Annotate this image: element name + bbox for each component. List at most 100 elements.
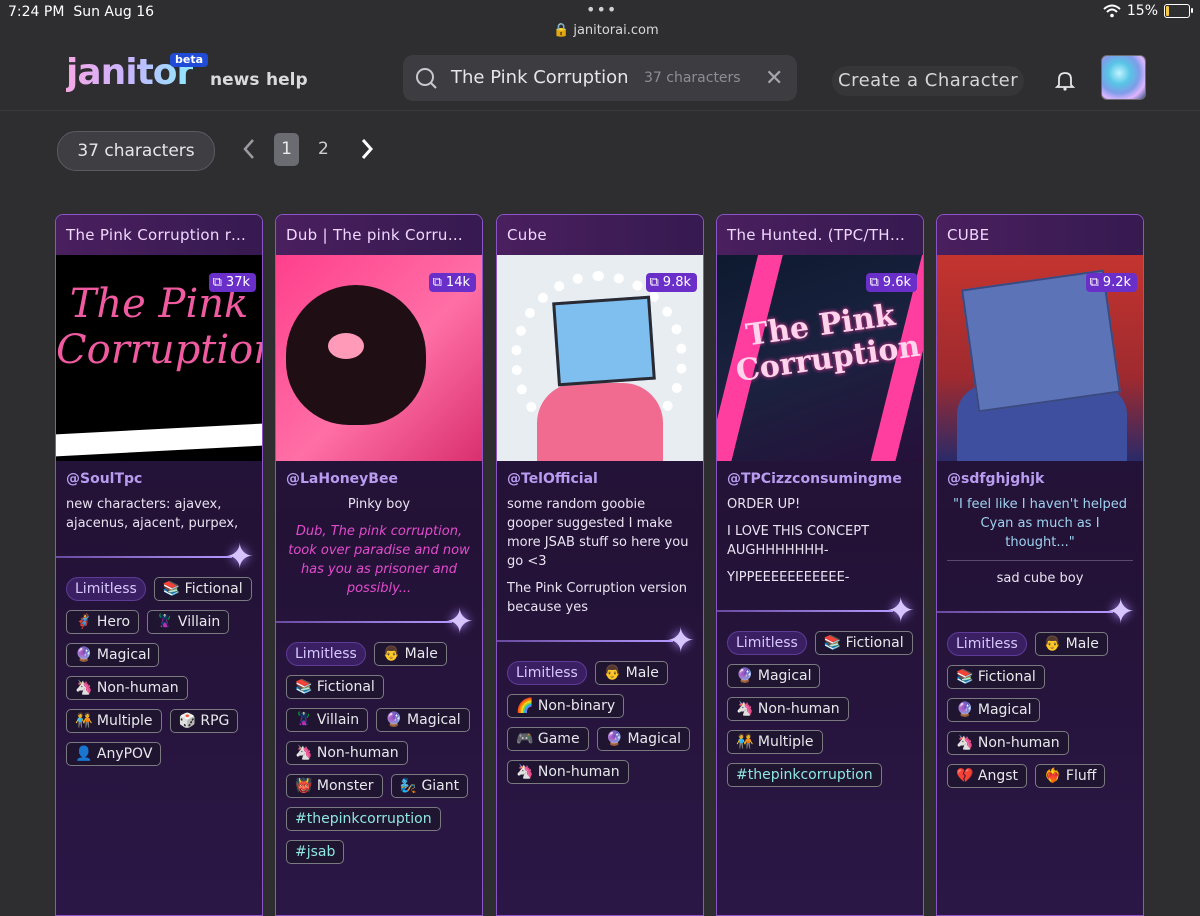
next-page-icon[interactable] [358, 136, 376, 162]
tag-list: Limitless 👨 Male 🌈 Non-binary 🎮 Game 🔮 M… [497, 655, 703, 784]
chat-count-badge: ⧉ 9.6k [865, 273, 917, 292]
thumbnail-art-text: The Pink Corruption [56, 281, 262, 373]
tag[interactable]: 🔮 Magical [947, 698, 1041, 722]
nav-help[interactable]: help [266, 70, 308, 90]
nav-news[interactable]: news [210, 70, 259, 90]
search-icon [416, 68, 437, 89]
chat-count-badge: ⧉ 14k [428, 273, 476, 292]
tag[interactable]: 🦄 Non-human [947, 731, 1069, 755]
tag[interactable]: 🧑‍🤝‍🧑 Multiple [727, 730, 823, 754]
card-description: new characters: ajavex, ajacenus, ajacen… [66, 497, 239, 531]
chat-icon: ⧉ [649, 275, 659, 290]
tag-list: Limitless 👨 Male 📚 Fictional 🔮 Magical 🦄… [937, 626, 1143, 788]
sparkle-icon: ✦ [445, 602, 475, 642]
battery-icon [1164, 4, 1193, 18]
tag[interactable]: 🔮 Magical [66, 643, 160, 667]
tag[interactable]: 👤 AnyPOV [66, 742, 162, 766]
card-author[interactable]: @TelOfficial [497, 461, 703, 487]
tag[interactable]: Limitless [947, 632, 1027, 656]
tag[interactable]: Limitless [507, 661, 587, 685]
chat-count-badge: ⧉ 9.8k [645, 273, 697, 292]
tag[interactable]: 🔮 Magical [596, 727, 691, 751]
browser-menu-dots[interactable]: ••• [586, 0, 617, 19]
card-description: Pinky boy Dub, The pink corruption, took… [288, 497, 470, 596]
tag[interactable]: 🔮 Magical [376, 708, 470, 732]
card-thumbnail[interactable]: ⧉ 9.8k [497, 255, 703, 461]
chat-icon: ⧉ [869, 275, 879, 290]
tag-list: Limitless 📚 Fictional 🦸 Hero 🦹 Villain 🔮… [56, 571, 262, 766]
notification-bell-icon[interactable] [1054, 69, 1076, 91]
tag[interactable]: Limitless [66, 577, 146, 601]
card-thumbnail[interactable]: ⧉ 9.2k [937, 255, 1143, 461]
card-title[interactable]: The Hunted. (TPC/THE ... [717, 215, 923, 255]
character-count-pill: 37 characters [57, 131, 215, 171]
card-author[interactable]: @LaHoneyBee [276, 461, 482, 487]
page-2-button[interactable]: 2 [318, 133, 329, 166]
hashtag[interactable]: #jsab [286, 840, 345, 864]
tag[interactable]: 👨 Male [594, 661, 668, 685]
tag[interactable]: 📚 Fictional [814, 631, 913, 655]
tag[interactable]: 📚 Fictional [153, 577, 252, 601]
page-1-button[interactable]: 1 [274, 133, 299, 166]
tag[interactable]: 📚 Fictional [947, 665, 1045, 689]
card-title[interactable]: Dub | The pink Corrupt... [276, 215, 482, 255]
hashtag[interactable]: #thepinkcorruption [286, 807, 441, 831]
card-title[interactable]: Cube [497, 215, 703, 255]
tag-list: Limitless 👨 Male 📚 Fictional 🦹 Villain 🔮… [276, 636, 482, 864]
tag[interactable]: 🧞 Giant [390, 774, 469, 798]
tag[interactable]: Limitless [727, 631, 807, 655]
tag[interactable]: ❤️‍🔥 Fluff [1035, 764, 1106, 788]
tag[interactable]: 🦄 Non-human [727, 697, 849, 721]
tag[interactable]: 🎮 Game [507, 727, 589, 751]
character-card[interactable]: Cube ⧉ 9.8k @TelOfficial some random goob… [496, 214, 704, 916]
search-bar[interactable]: The Pink Corruption 37 characters ✕ [403, 55, 797, 101]
chat-icon: ⧉ [212, 275, 222, 290]
tag[interactable]: 👨 Male [373, 642, 447, 666]
clear-search-icon[interactable]: ✕ [765, 66, 783, 91]
tag[interactable]: 🌈 Non-binary [507, 694, 625, 718]
create-character-button[interactable]: Create a Character [832, 66, 1025, 96]
card-description: some random goobie gooper suggested I ma… [507, 497, 689, 615]
card-thumbnail[interactable]: The Pink Corruption ⧉ 37k [56, 255, 262, 461]
status-time: 7:24 PM Sun Aug 16 [8, 4, 155, 20]
character-card[interactable]: The Pink Corruption ro... The Pink Corru… [55, 214, 263, 916]
sparkle-icon: ✦ [225, 537, 255, 577]
status-right: 15% [1103, 3, 1193, 19]
chat-icon: ⧉ [432, 275, 442, 290]
card-author[interactable]: @TPCizzconsumingme [717, 461, 923, 487]
card-thumbnail[interactable]: The Pink Corruption ⧉ 9.6k [717, 255, 923, 461]
user-avatar[interactable] [1101, 55, 1146, 100]
address-bar[interactable]: 🔒 janitorai.com [553, 23, 659, 38]
card-divider: ✦ [56, 537, 262, 577]
hashtag[interactable]: #thepinkcorruption [727, 763, 882, 787]
card-author[interactable]: @sdfghjghjk [937, 461, 1143, 487]
tag[interactable]: 🦄 Non-human [66, 676, 188, 700]
status-bar: 7:24 PM Sun Aug 16 ••• 🔒 janitorai.com 1… [0, 0, 1200, 38]
card-thumbnail[interactable]: ⧉ 14k [276, 255, 482, 461]
battery-percent: 15% [1126, 3, 1158, 19]
tag[interactable]: 🦄 Non-human [507, 760, 629, 784]
tag[interactable]: 💔 Angst [947, 764, 1028, 788]
card-title[interactable]: The Pink Corruption ro... [56, 215, 262, 255]
tag[interactable]: 🧑‍🤝‍🧑 Multiple [66, 709, 162, 733]
prev-page-icon[interactable] [240, 136, 258, 162]
tag[interactable]: 👨 Male [1034, 632, 1108, 656]
tag[interactable]: 🦹 Villain [147, 610, 230, 634]
tag[interactable]: 👹 Monster [286, 774, 383, 798]
card-author[interactable]: @SoulTpc [56, 461, 262, 487]
tag[interactable]: Limitless [286, 642, 366, 666]
tag[interactable]: 🎲 RPG [169, 709, 239, 733]
character-card[interactable]: Dub | The pink Corrupt... ⧉ 14k @LaHoneyB… [275, 214, 483, 916]
card-title[interactable]: CUBE [937, 215, 1143, 255]
character-card[interactable]: CUBE ⧉ 9.2k @sdfghjghjk "I feel like I ha… [936, 214, 1144, 916]
character-card[interactable]: The Hunted. (TPC/THE ... The Pink Corrup… [716, 214, 924, 916]
tag[interactable]: 🦸 Hero [66, 610, 140, 634]
tag[interactable]: 🦄 Non-human [286, 741, 408, 765]
tag[interactable]: 🔮 Magical [727, 664, 821, 688]
beta-badge: beta [170, 53, 209, 67]
tag[interactable]: 🦹 Villain [286, 708, 369, 732]
search-input[interactable]: The Pink Corruption [451, 67, 629, 88]
tag[interactable]: 📚 Fictional [286, 675, 384, 699]
sparkle-icon: ✦ [1106, 592, 1136, 632]
card-description: ORDER UP! I LOVE THIS CONCEPT AUGHHHHHHH… [727, 497, 870, 585]
